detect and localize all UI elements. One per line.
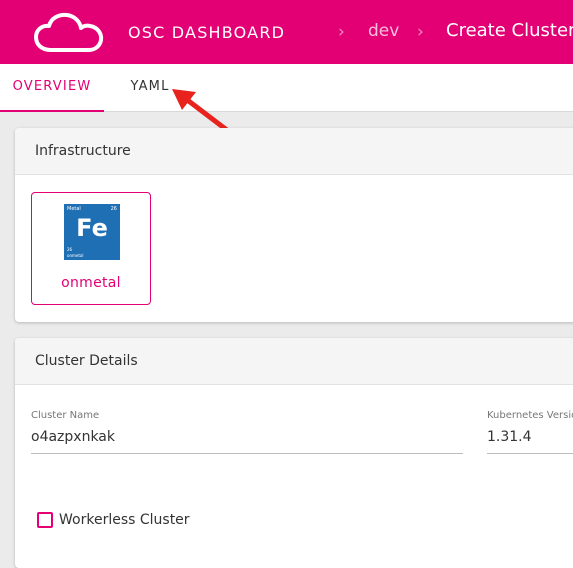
infrastructure-card: Infrastructure Metal 26 Fe 26 onmetal on… [15,128,573,322]
cluster-details-title: Cluster Details [15,338,573,385]
cluster-name-input[interactable]: o4azpxnkak [31,426,463,454]
provider-label: onmetal [61,275,121,291]
breadcrumb-separator: › [338,22,345,42]
app-title[interactable]: OSC DASHBOARD [128,23,285,42]
cluster-details-card: Cluster Details Cluster Name o4azpxnkak … [15,338,573,568]
tab-overview[interactable]: OVERVIEW [0,64,104,112]
breadcrumb-current-page: Create Cluster [446,20,573,41]
tab-bar: OVERVIEW YAML [0,64,573,112]
breadcrumb-project[interactable]: dev [368,21,399,41]
provider-tile-onmetal[interactable]: Metal 26 Fe 26 onmetal onmetal [31,192,151,305]
breadcrumb-separator: › [417,22,424,42]
kubernetes-version-label: Kubernetes Version [487,410,573,421]
kubernetes-version-select[interactable]: 1.31.4 [487,426,573,454]
fe-metal-element-icon: Metal 26 Fe 26 onmetal [64,204,120,260]
infrastructure-title: Infrastructure [15,128,573,175]
cloud-icon[interactable] [33,12,105,54]
workerless-label[interactable]: Workerless Cluster [59,512,190,528]
cluster-name-label: Cluster Name [31,410,100,421]
top-app-bar: OSC DASHBOARD › dev › Create Cluster [0,0,573,64]
workerless-checkbox[interactable] [37,512,53,528]
